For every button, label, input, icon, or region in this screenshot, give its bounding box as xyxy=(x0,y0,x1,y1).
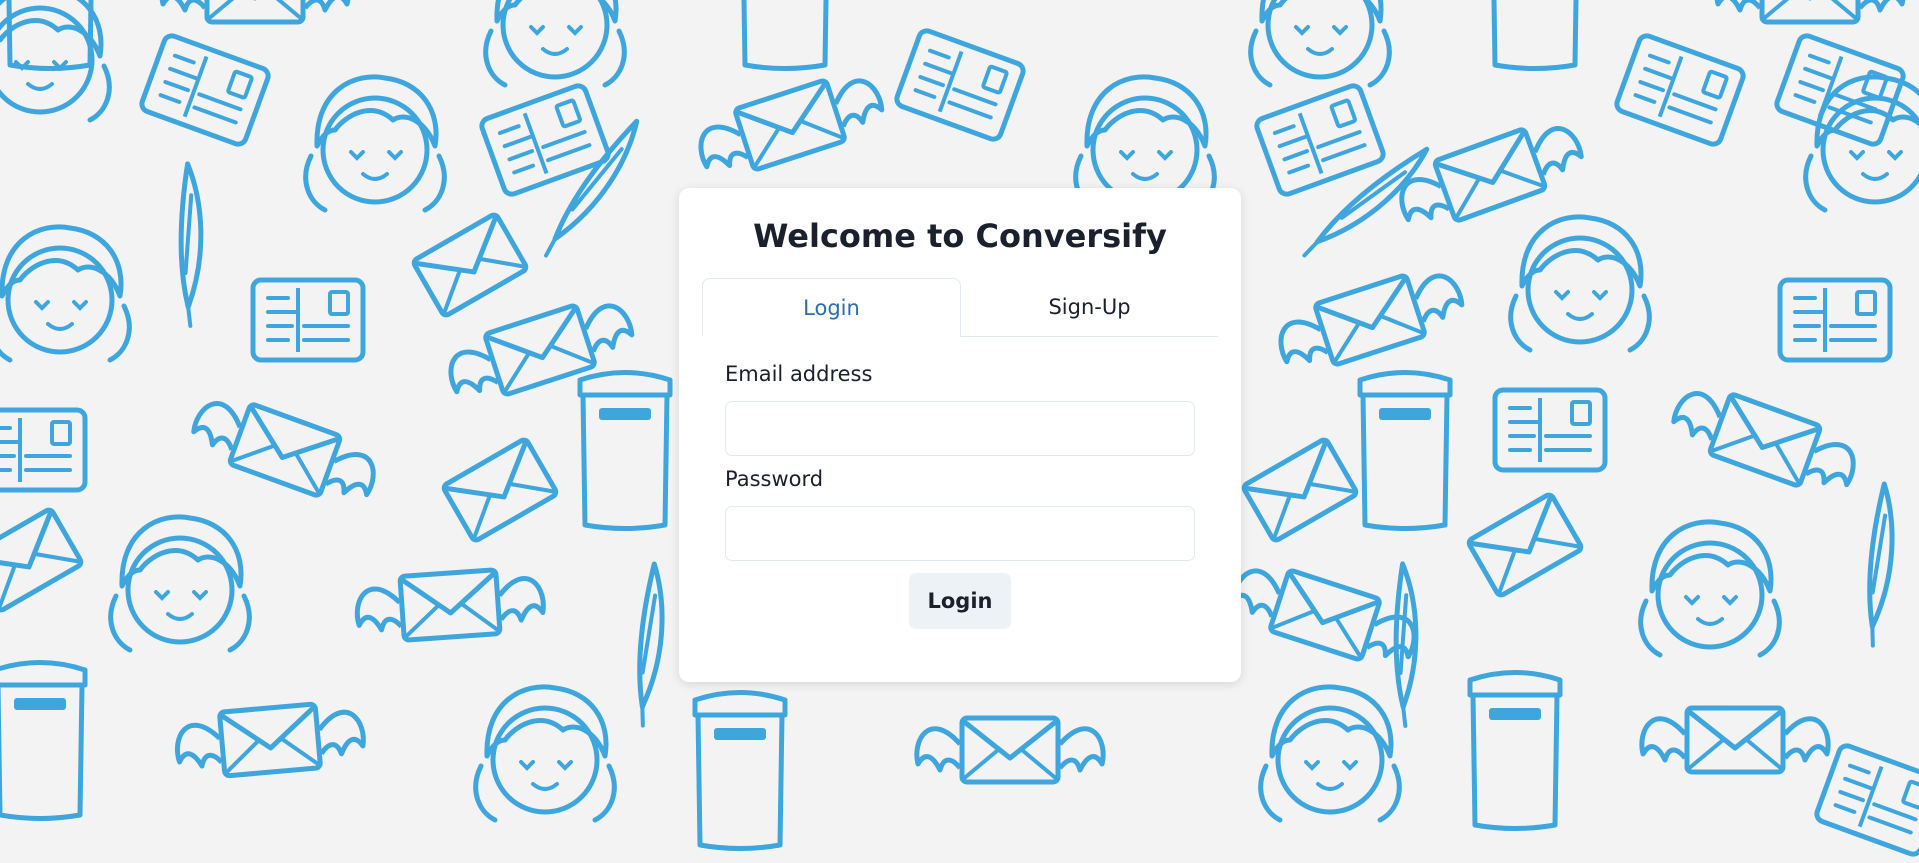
password-label: Password xyxy=(725,467,824,491)
login-form: Email address Password Login xyxy=(702,361,1218,629)
tab-login[interactable]: Login xyxy=(702,278,961,337)
auth-tabs: Login Sign-Up xyxy=(702,278,1218,337)
login-card: Welcome to Conversify Login Sign-Up Emai… xyxy=(679,188,1241,682)
tab-sign-up[interactable]: Sign-Up xyxy=(961,278,1218,336)
email-field[interactable] xyxy=(725,401,1195,456)
login-button[interactable]: Login xyxy=(909,573,1011,629)
submit-row: Login xyxy=(725,573,1195,629)
page-title: Welcome to Conversify xyxy=(753,217,1167,255)
email-label: Email address xyxy=(725,362,873,386)
password-field[interactable] xyxy=(725,506,1195,561)
